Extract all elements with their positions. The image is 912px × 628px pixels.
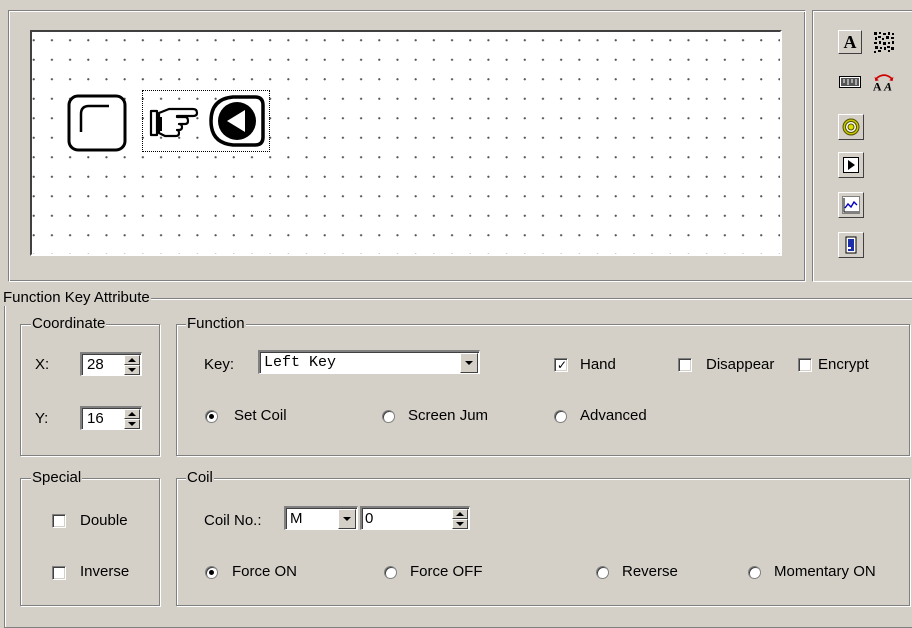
hand-pointer-icon (149, 107, 199, 138)
coil-number-spin-buttons[interactable] (452, 509, 468, 529)
force-on-radio[interactable] (205, 566, 218, 579)
encrypt-label: Encrypt (818, 356, 869, 373)
disappear-label: Disappear (706, 356, 775, 373)
coil-group (176, 478, 910, 606)
double-checkbox[interactable] (52, 514, 66, 528)
coil-no-label: Coil No.: (204, 512, 262, 529)
left-arrow-key-icon (209, 95, 265, 147)
key-button-icon[interactable] (67, 90, 129, 152)
y-spin-buttons[interactable] (124, 409, 140, 429)
checkmark-icon: ✓ (557, 358, 568, 372)
spin-down-icon (456, 522, 464, 526)
key-dropdown-button[interactable] (460, 353, 478, 373)
encrypt-checkbox[interactable] (798, 358, 812, 372)
y-value: 16 (87, 410, 104, 427)
screen-jump-label: Screen Jump (408, 407, 488, 424)
design-canvas[interactable] (30, 30, 782, 256)
reverse-label: Reverse (622, 563, 678, 580)
coil-number-value: 0 (365, 510, 374, 527)
key-label: Key: (204, 356, 235, 373)
trend-chart-icon (842, 196, 860, 214)
coordinate-group (20, 324, 160, 456)
coordinate-title: Coordinate (31, 315, 107, 332)
spin-up-icon (128, 412, 136, 416)
pattern-tool-button[interactable] (872, 30, 896, 54)
y-increment[interactable] (124, 409, 140, 419)
advanced-label: Advanced (580, 407, 647, 424)
lamp-icon (842, 118, 860, 136)
coil-title: Coil (186, 469, 214, 486)
function-title: Function (186, 315, 246, 332)
play-button-icon (843, 157, 859, 173)
play-tool-button[interactable] (838, 152, 864, 178)
chevron-down-icon (343, 517, 351, 521)
advanced-radio[interactable] (554, 410, 567, 423)
inverse-label: Inverse (80, 563, 130, 580)
svg-text:A: A (883, 80, 892, 94)
function-key-attribute-title: Function Key Attribute (2, 289, 151, 306)
hand-checkbox-box[interactable]: ✓ (554, 358, 568, 372)
reverse-radio[interactable] (596, 566, 609, 579)
encrypt-checkbox-box[interactable] (798, 358, 812, 372)
hand-label: Hand (580, 356, 616, 373)
hand-checkbox[interactable]: ✓ (554, 358, 568, 372)
svg-text:A: A (873, 80, 882, 94)
exit-door-icon (845, 236, 857, 254)
coil-type-dropdown-button[interactable] (338, 509, 356, 529)
radio-selected-dot (209, 570, 214, 575)
force-off-label: Force OFF (410, 563, 483, 580)
exit-tool-button[interactable] (838, 232, 864, 258)
font-resize-button[interactable]: A A (872, 70, 896, 94)
x-decrement[interactable] (124, 365, 140, 375)
selected-function-key[interactable] (142, 90, 270, 152)
momentary-on-label: Momentary ON (774, 563, 876, 580)
special-title: Special (31, 469, 83, 486)
y-decrement[interactable] (124, 419, 140, 429)
chevron-down-icon (465, 361, 473, 365)
coil-number-spinner[interactable]: 0 (360, 506, 470, 530)
y-label: Y: (35, 410, 49, 427)
x-coordinate-spinner[interactable]: 28 (80, 352, 142, 376)
special-group (20, 478, 160, 606)
coil-type-value: M (290, 510, 303, 527)
coil-type-select[interactable]: M (284, 506, 358, 530)
double-label: Double (80, 512, 128, 529)
set-coil-label: Set Coil (234, 407, 287, 424)
y-coordinate-spinner[interactable]: 16 (80, 406, 142, 430)
key-select-value: Left Key (264, 354, 337, 371)
spin-up-icon (128, 358, 136, 362)
function-group (176, 324, 910, 456)
radio-selected-dot (209, 414, 214, 419)
coil-number-decrement[interactable] (452, 519, 468, 529)
screen-jump-radio[interactable] (382, 410, 395, 423)
force-on-label: Force ON (232, 563, 298, 580)
x-value: 28 (87, 356, 104, 373)
lamp-tool-button[interactable] (838, 114, 864, 140)
spin-up-icon (456, 512, 464, 516)
momentary-on-radio[interactable] (748, 566, 761, 579)
text-icon: A (843, 31, 857, 52)
trend-tool-button[interactable] (838, 192, 864, 218)
disappear-checkbox[interactable] (678, 358, 692, 372)
x-increment[interactable] (124, 355, 140, 365)
set-coil-radio[interactable] (205, 410, 218, 423)
key-select[interactable]: Left Key (258, 350, 480, 374)
disappear-checkbox-box[interactable] (678, 358, 692, 372)
force-off-radio[interactable] (384, 566, 397, 579)
ruler-tool-button[interactable] (838, 70, 862, 94)
font-size-icon: A A (873, 74, 894, 94)
coil-number-increment[interactable] (452, 509, 468, 519)
qr-pattern-icon (874, 32, 894, 53)
inverse-checkbox[interactable] (52, 566, 66, 580)
x-spin-buttons[interactable] (124, 355, 140, 375)
text-tool-button[interactable]: A (838, 30, 862, 54)
ruler-icon (839, 76, 861, 88)
x-label: X: (35, 356, 50, 373)
spin-down-icon (128, 422, 136, 426)
spin-down-icon (128, 368, 136, 372)
